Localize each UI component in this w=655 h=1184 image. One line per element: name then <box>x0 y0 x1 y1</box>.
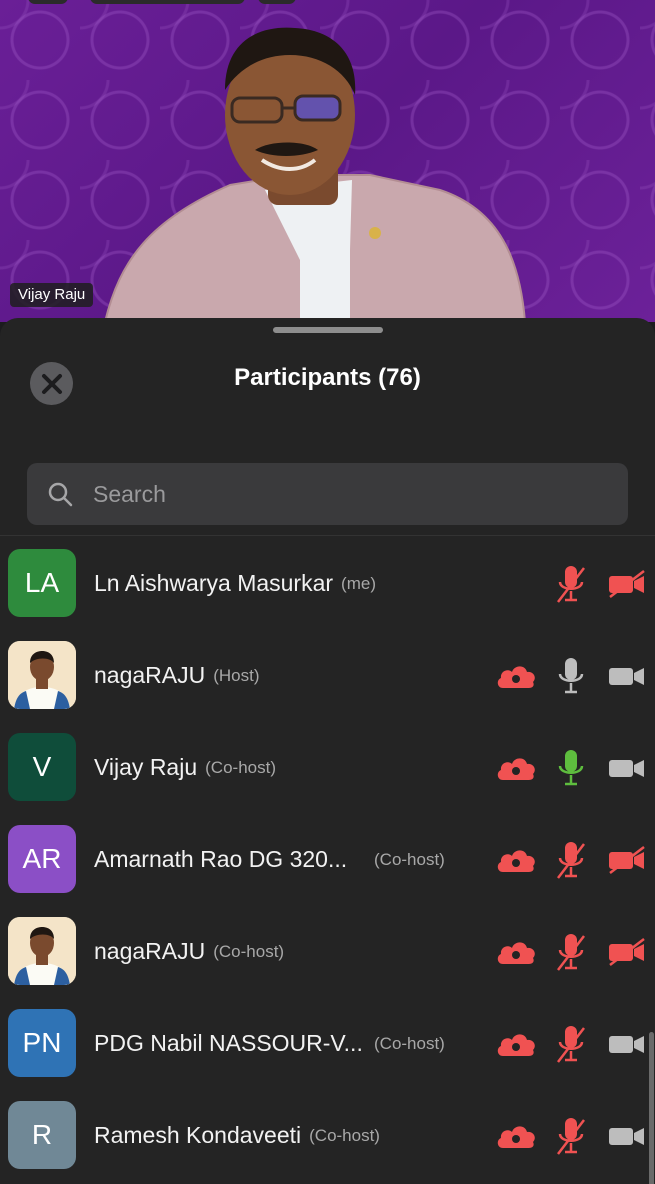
search-box[interactable] <box>27 463 628 525</box>
participant-role: (me) <box>341 574 376 593</box>
participant-row[interactable]: LA Ln Aishwarya Masurkar (me) <box>0 544 655 636</box>
mic-muted-icon[interactable] <box>550 931 592 973</box>
avatar: PN <box>8 1009 76 1077</box>
video-off-icon[interactable] <box>606 839 648 881</box>
scrollbar[interactable] <box>649 1032 654 1184</box>
avatar-initials: AR <box>22 843 62 874</box>
participant-role: (Co-host) <box>205 758 276 777</box>
mic-muted-icon[interactable] <box>550 1115 592 1157</box>
participant-name: PDG Nabil NASSOUR-V... <box>94 1030 363 1056</box>
participant-name: nagaRAJU <box>94 938 206 964</box>
participant-name: Vijay Raju <box>94 754 198 780</box>
video-off-icon[interactable] <box>606 931 648 973</box>
speaker-name-label: Vijay Raju <box>10 283 94 307</box>
participants-panel: Participants (76) LA Ln Aishwarya Masurka… <box>0 318 655 1184</box>
cloud-recording-icon <box>495 1115 537 1157</box>
speaker-video-frame <box>103 27 527 322</box>
participant-row[interactable]: V Vijay Raju (Co-host) <box>0 728 655 820</box>
avatar-initials: V <box>32 751 52 782</box>
participant-row[interactable]: PN PDG Nabil NASSOUR-V... (Co-host) <box>0 1004 655 1096</box>
video-camera-icon[interactable] <box>606 1115 648 1157</box>
participant-list: LA Ln Aishwarya Masurkar (me) nagaRAJU (Hos… <box>0 544 655 1184</box>
search-input[interactable] <box>93 474 628 514</box>
avatar: LA <box>8 549 76 617</box>
avatar <box>8 641 76 709</box>
participant-name: Ramesh Kondaveeti <box>94 1122 302 1148</box>
participant-name: nagaRAJU <box>94 662 206 688</box>
cloud-recording-icon <box>495 839 537 881</box>
participant-row[interactable]: R Ramesh Kondaveeti (Co-host) <box>0 1096 655 1184</box>
video-camera-icon[interactable] <box>606 747 648 789</box>
participant-name: Ln Aishwarya Masurkar <box>94 570 334 596</box>
video-camera-icon[interactable] <box>606 1023 648 1065</box>
mic-muted-icon[interactable] <box>550 1023 592 1065</box>
mic-muted-icon[interactable] <box>550 839 592 881</box>
microphone-icon[interactable] <box>550 655 592 697</box>
search-icon <box>48 482 73 507</box>
avatar-initials: LA <box>24 567 60 598</box>
video-off-icon[interactable] <box>606 563 648 605</box>
active-speaker-video[interactable]: Vijay Raju <box>0 0 655 322</box>
participant-row[interactable]: nagaRAJU (Host) <box>0 636 655 728</box>
mic-muted-icon[interactable] <box>550 563 592 605</box>
participant-row[interactable]: AR Amarnath Rao DG 320... (Co-host) <box>0 820 655 912</box>
avatar: R <box>8 1101 76 1169</box>
drag-handle[interactable] <box>273 327 383 333</box>
participant-role: (Co-host) <box>213 942 285 961</box>
divider <box>0 535 655 536</box>
cloud-recording-icon <box>495 655 537 697</box>
avatar-initials: R <box>31 1119 53 1150</box>
avatar: AR <box>8 825 76 893</box>
microphone-icon[interactable] <box>550 747 592 789</box>
cloud-recording-icon <box>495 931 537 973</box>
video-camera-icon[interactable] <box>606 655 648 697</box>
avatar-initials: PN <box>22 1027 62 1058</box>
cloud-recording-icon <box>495 747 537 789</box>
participant-role: (Co-host) <box>309 1126 380 1145</box>
participant-role: (Co-host) <box>374 850 445 869</box>
panel-title: Participants (76) <box>234 364 421 391</box>
avatar: V <box>8 733 76 801</box>
participant-name: Amarnath Rao DG 320... <box>94 846 348 872</box>
participant-role: (Host) <box>213 666 260 685</box>
avatar <box>8 917 76 985</box>
cloud-recording-icon <box>495 1023 537 1065</box>
participant-role: (Co-host) <box>374 1034 445 1053</box>
participant-row[interactable]: nagaRAJU (Co-host) <box>0 912 655 1004</box>
